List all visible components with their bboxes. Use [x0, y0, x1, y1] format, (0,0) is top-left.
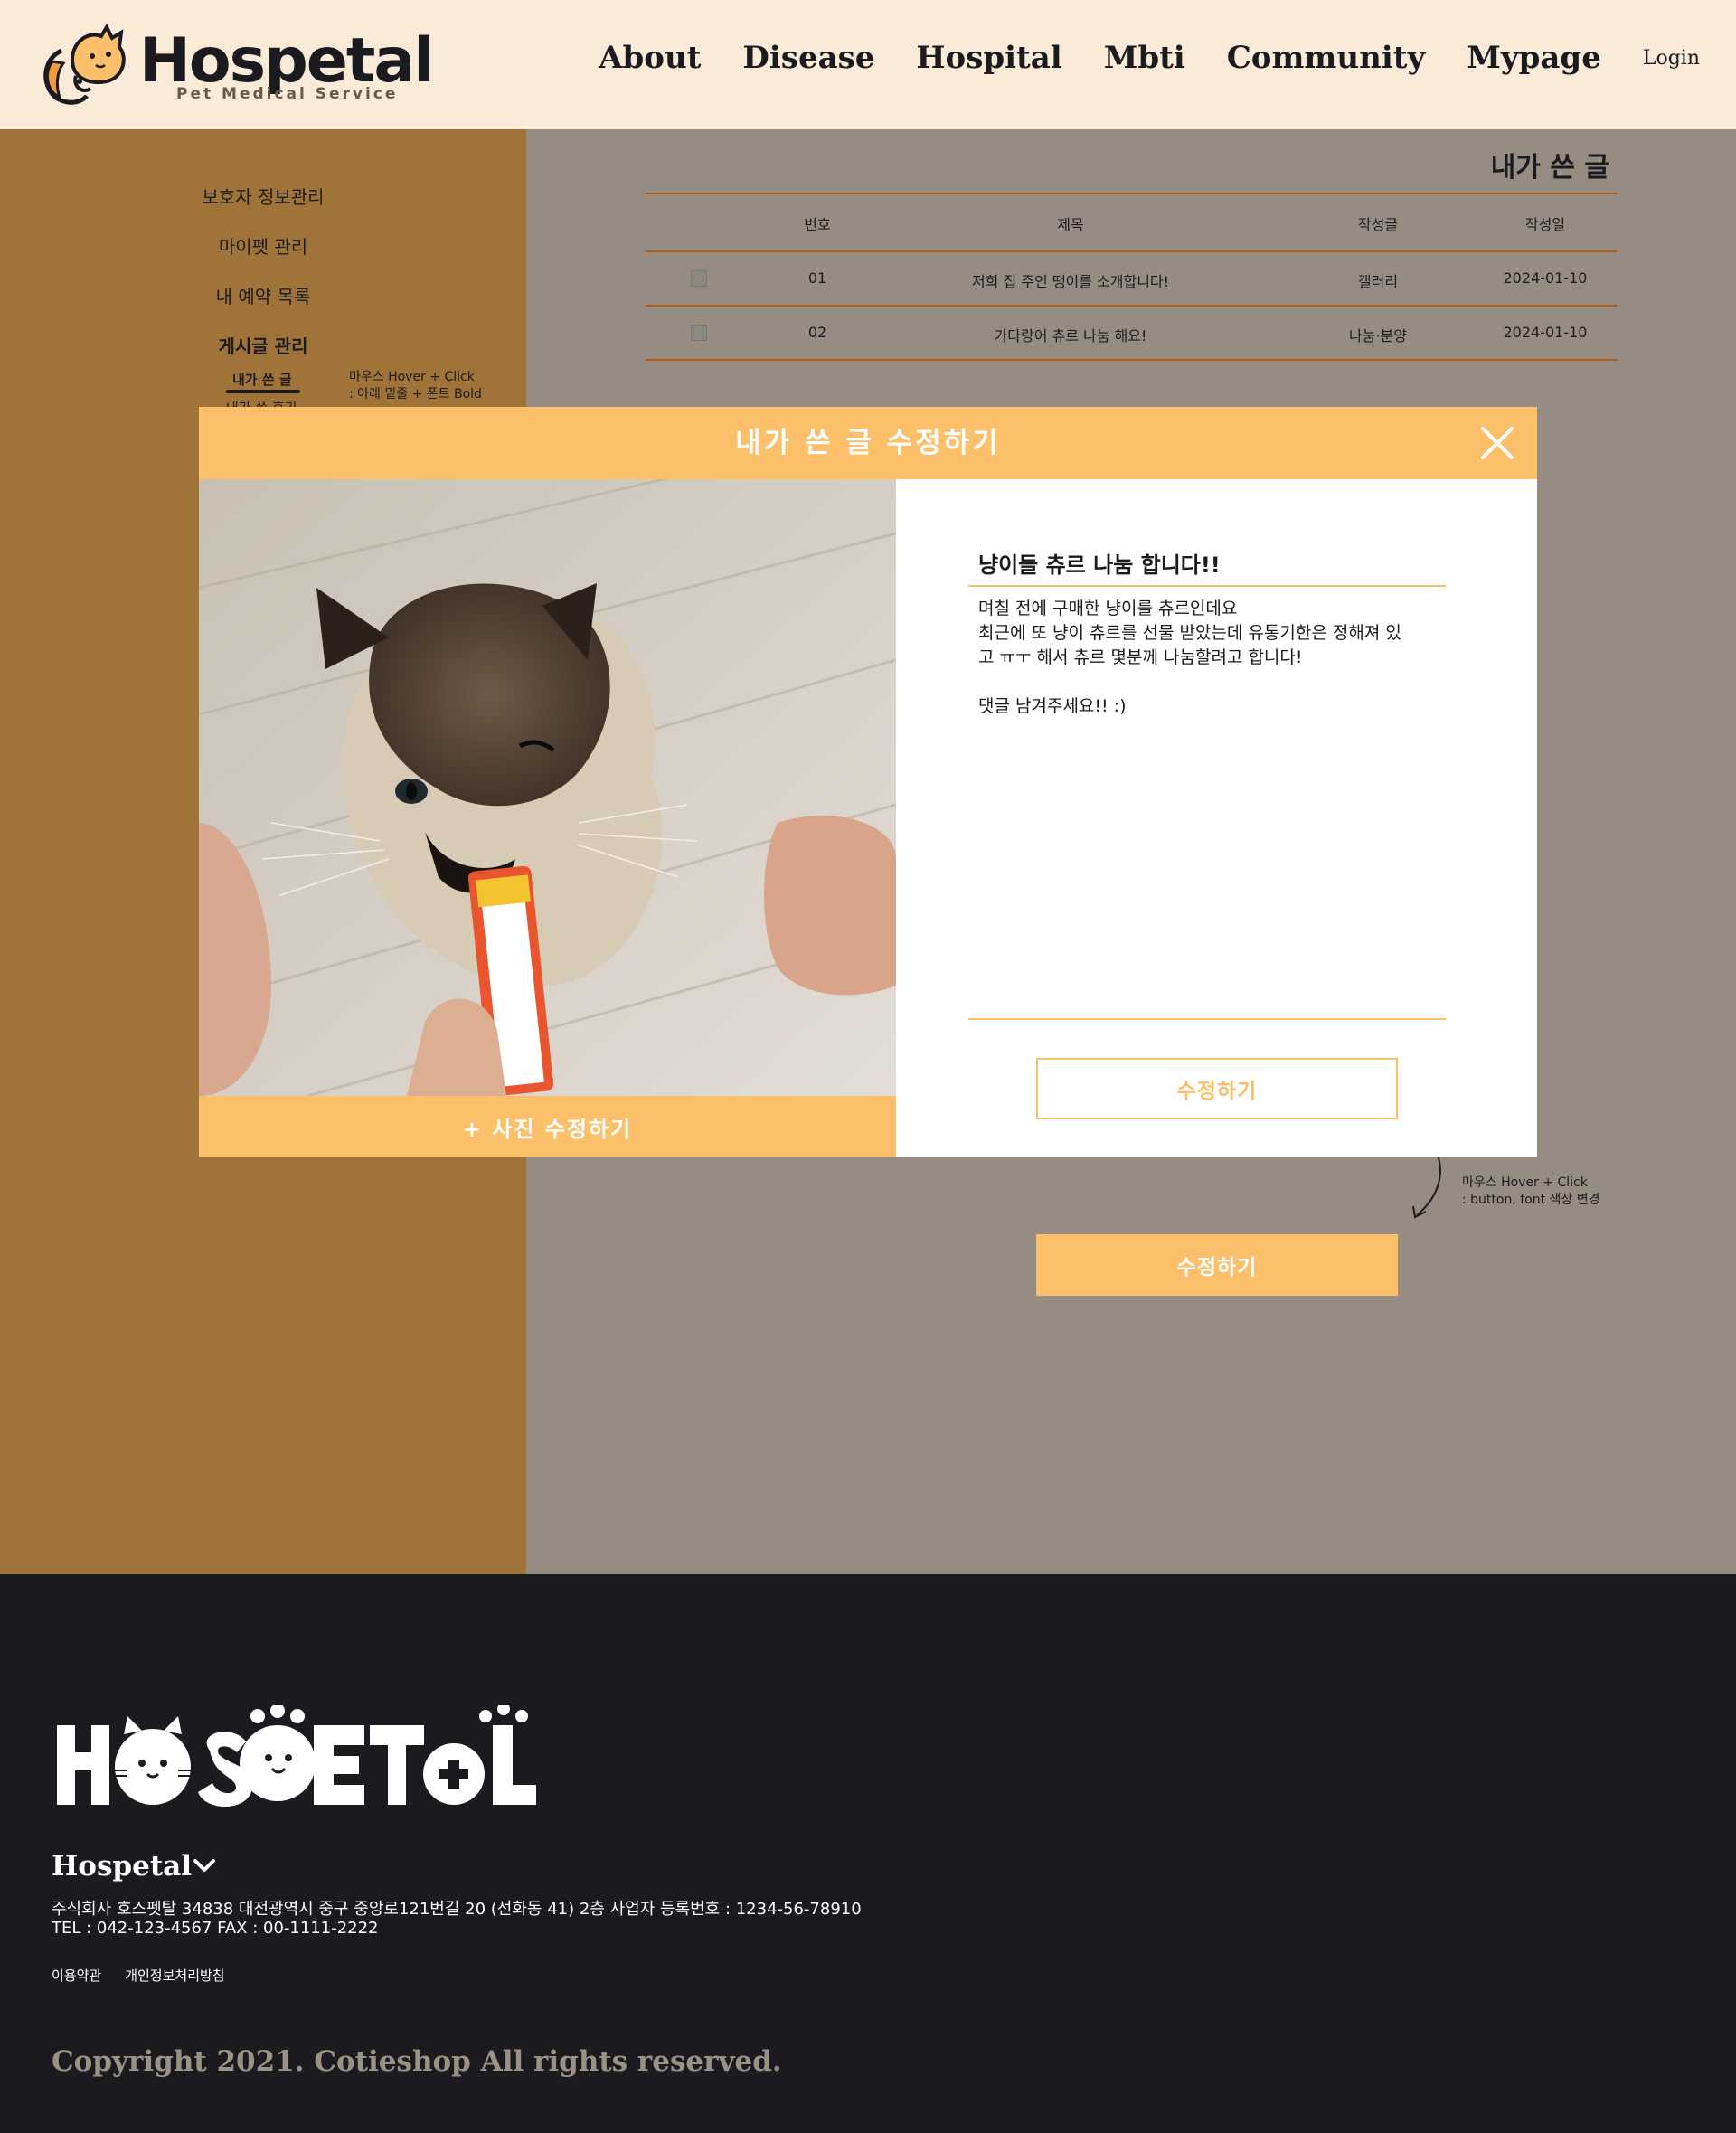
chevron-down-icon[interactable] — [192, 1856, 217, 1874]
logo-subtitle: Pet Medical Service — [176, 85, 399, 103]
modal-header: 내가 쓴 글 수정하기 — [199, 407, 1537, 479]
privacy-policy-link[interactable]: 개인정보처리방침 — [125, 1966, 224, 1985]
row-title[interactable]: 저희 집 주인 땡이를 소개합니다! — [899, 269, 1242, 291]
row-divider — [646, 359, 1617, 361]
row-checkbox[interactable] — [691, 325, 707, 341]
row-checkbox[interactable] — [691, 270, 707, 287]
col-header-no: 번호 — [804, 216, 831, 233]
edit-post-modal: 내가 쓴 글 수정하기 + 사진 수정하기 냥이들 츄르 나눔 합니다!! 며칠… — [199, 407, 1537, 1157]
modal-title: 내가 쓴 글 수정하기 — [735, 427, 1001, 459]
nav-mypage[interactable]: Mypage — [1467, 40, 1601, 76]
edit-button-hover-state[interactable]: 수정하기 — [1036, 1234, 1398, 1296]
table-header-line — [646, 250, 1617, 252]
edit-photo-button[interactable]: + 사진 수정하기 — [199, 1096, 896, 1157]
edit-submit-button[interactable]: 수정하기 — [1036, 1058, 1398, 1119]
post-title-input[interactable]: 냥이들 츄르 나눔 합니다!! — [978, 547, 1221, 579]
sidebar-sub-my-posts[interactable]: 내가 쓴 글 — [232, 370, 292, 389]
footer-address: 주식회사 호스펫탈 34838 대전광역시 중구 중앙로121번길 20 (선화… — [52, 1900, 862, 1919]
sidebar-hover-note: 마우스 Hover + Click : 아래 밑줄 + 폰트 Bold — [349, 370, 482, 401]
footer-contact: TEL : 042-123-4567 FAX : 00-1111-2222 — [52, 1919, 379, 1938]
footer-links: 이용약관 개인정보처리방침 — [52, 1966, 249, 1985]
row-category: 나눔·분양 — [1349, 327, 1407, 344]
active-underline — [226, 390, 300, 393]
table-top-line — [646, 193, 1617, 194]
page-title: 내가 쓴 글 — [1490, 152, 1609, 184]
nav-mbti[interactable]: Mbti — [1104, 40, 1185, 76]
row-no: 01 — [807, 269, 827, 287]
body-underline — [968, 1018, 1446, 1020]
hospetal-logo[interactable]: Hospetal Pet Medical Service — [36, 24, 435, 109]
row-date: 2024-01-10 — [1503, 269, 1588, 287]
sidebar-item-posts[interactable]: 게시글 관리 — [0, 332, 526, 358]
site-footer: Hospetal 주식회사 호스펫탈 34838 대전광역시 중구 중앙로121… — [0, 1574, 1736, 2133]
row-title[interactable]: 가다랑어 츄르 나눔 해요! — [899, 324, 1242, 345]
main-nav: About Disease Hospital Mbti Community My… — [557, 40, 1700, 76]
row-date: 2024-01-10 — [1503, 324, 1588, 341]
title-underline — [968, 585, 1446, 587]
close-icon[interactable] — [1477, 423, 1517, 463]
col-header-title: 제목 — [1057, 216, 1084, 233]
col-header-date: 작성일 — [1524, 216, 1566, 233]
col-header-category: 작성글 — [1357, 216, 1399, 233]
terms-link[interactable]: 이용약관 — [52, 1966, 101, 1985]
row-no: 02 — [807, 324, 827, 341]
footer-company-name[interactable]: Hospetal — [52, 1850, 192, 1883]
nav-hospital[interactable]: Hospital — [916, 40, 1061, 76]
nav-community[interactable]: Community — [1227, 40, 1426, 76]
hospetal-footer-logo[interactable] — [52, 1705, 544, 1814]
cat-dog-logo-icon — [43, 24, 126, 105]
nav-about[interactable]: About — [599, 40, 701, 76]
button-hover-note: 마우스 Hover + Click : button, font 색상 변경 — [1462, 1175, 1600, 1207]
post-body-textarea[interactable]: 며칠 전에 구매한 냥이를 츄르인데요 최근에 또 냥이 츄르를 선물 받았는데… — [978, 597, 1439, 719]
cat-photo-image — [199, 479, 896, 1096]
copyright: Copyright 2021. Cotieshop All rights res… — [52, 2045, 782, 2078]
sidebar-item-reservations[interactable]: 내 예약 목록 — [0, 282, 526, 308]
login-link[interactable]: Login — [1643, 47, 1700, 70]
row-divider — [646, 305, 1617, 307]
site-header: Hospetal Pet Medical Service About Disea… — [0, 0, 1736, 129]
sidebar-item-mypet[interactable]: 마이펫 관리 — [0, 232, 526, 259]
nav-disease[interactable]: Disease — [742, 40, 874, 76]
post-photo — [199, 479, 896, 1096]
row-category: 갤러리 — [1357, 273, 1399, 290]
sidebar-item-guardian-info[interactable]: 보호자 정보관리 — [0, 183, 526, 209]
